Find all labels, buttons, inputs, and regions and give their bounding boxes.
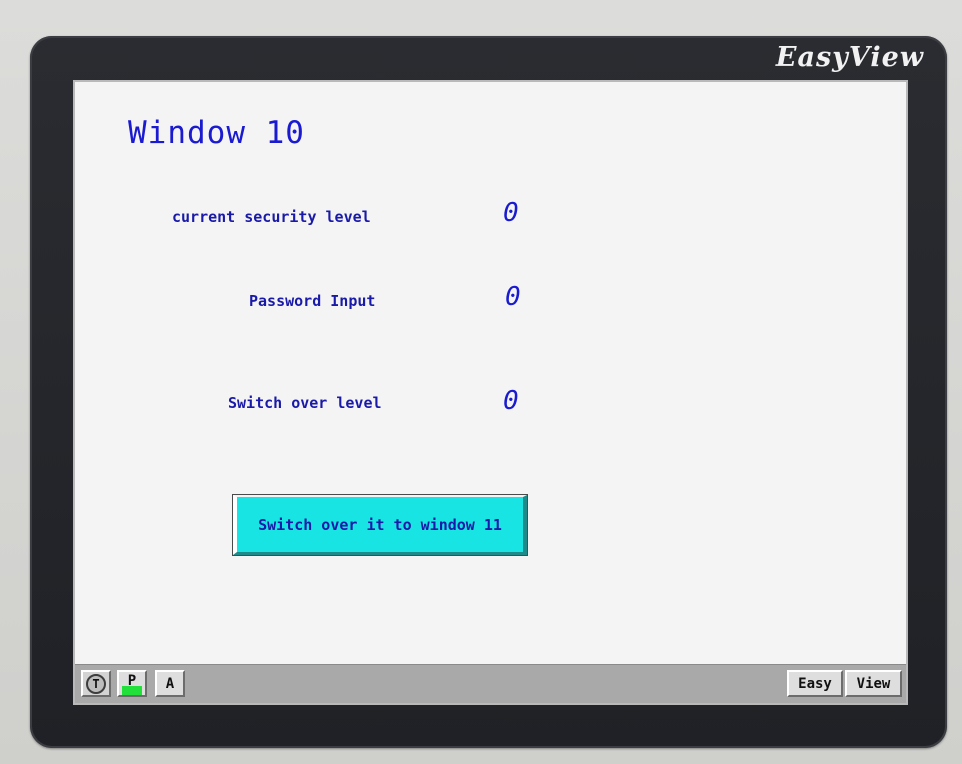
password-input-field[interactable]: 0 xyxy=(505,282,521,312)
current-security-level-label: current security level xyxy=(172,208,371,226)
hmi-screen: Window 10 current security level 0 Passw… xyxy=(73,80,908,705)
switch-to-window-11-button[interactable]: Switch over it to window 11 xyxy=(232,494,528,556)
t-circle-icon: T xyxy=(86,673,106,694)
brand-logo: EasyView xyxy=(775,42,924,73)
password-input-label: Password Input xyxy=(249,292,376,310)
current-security-level-value: 0 xyxy=(503,198,519,228)
view-button-label: View xyxy=(856,675,891,692)
t-button[interactable]: T xyxy=(81,670,111,697)
p-button-label: P xyxy=(127,672,137,689)
a-button-label: A xyxy=(165,675,175,692)
window-title: Window 10 xyxy=(128,115,305,151)
a-button[interactable]: A xyxy=(155,670,185,697)
taskbar: T P A Easy View xyxy=(75,664,906,703)
easy-button[interactable]: Easy xyxy=(787,670,843,697)
switch-over-level-value[interactable]: 0 xyxy=(503,386,519,416)
switch-over-level-label: Switch over level xyxy=(228,394,382,412)
view-button[interactable]: View xyxy=(845,670,902,697)
t-button-label: T xyxy=(92,676,100,691)
easy-button-label: Easy xyxy=(798,675,832,692)
p-button[interactable]: P xyxy=(117,670,147,697)
hmi-device-frame: EasyView Window 10 current security leve… xyxy=(0,0,962,764)
